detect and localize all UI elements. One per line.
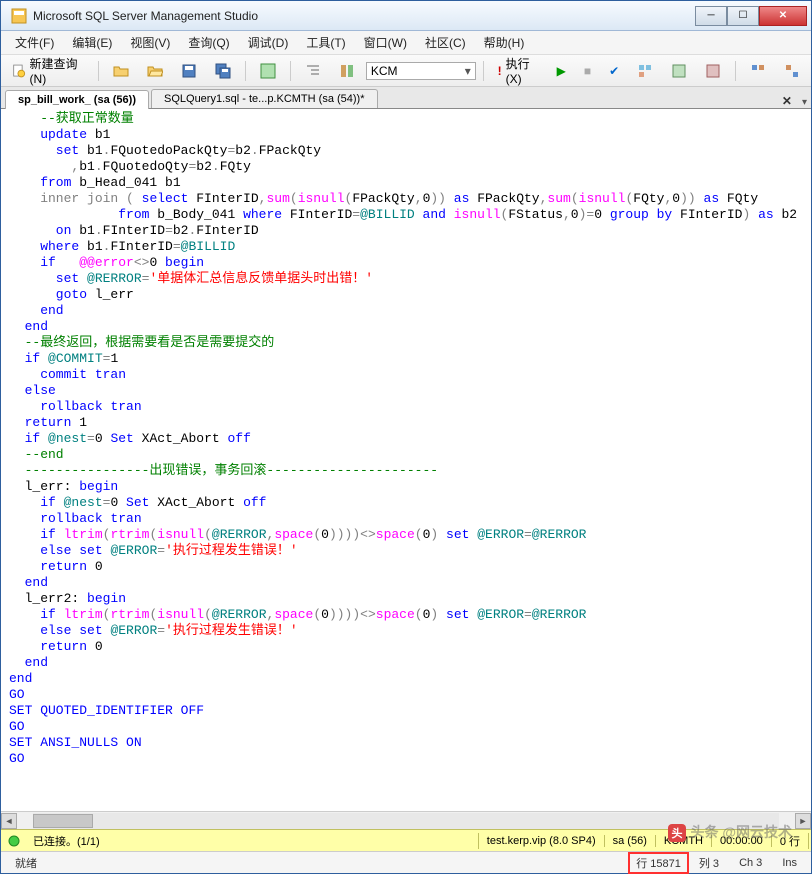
check-icon: ✔ bbox=[609, 64, 619, 78]
scroll-left-button[interactable]: ◄ bbox=[1, 813, 17, 829]
scroll-thumb[interactable] bbox=[33, 814, 93, 828]
line-number: 行 15871 bbox=[628, 852, 689, 874]
execute-button[interactable]: ! 执行(X) bbox=[491, 52, 546, 89]
results-text-button[interactable] bbox=[777, 60, 807, 82]
connection-status: 已连接。(1/1) bbox=[25, 833, 479, 849]
app-icon bbox=[11, 8, 27, 24]
indent-button[interactable] bbox=[298, 60, 328, 82]
login-name: sa (56) bbox=[605, 835, 656, 847]
tabbar: sp_bill_work_ (sa (56)) SQLQuery1.sql - … bbox=[1, 87, 811, 109]
maximize-button[interactable]: ☐ bbox=[727, 6, 759, 26]
sql-editor[interactable]: --获取正常数量 update b1 set b1.FQuotedoPackQt… bbox=[1, 109, 811, 829]
editor-content[interactable]: --获取正常数量 update b1 set b1.FQuotedoPackQt… bbox=[1, 109, 811, 811]
tab-dropdown[interactable]: ▾ bbox=[802, 97, 807, 108]
window-controls: ─ ☐ ✕ bbox=[695, 6, 807, 26]
stop-icon: ■ bbox=[584, 64, 591, 78]
folder-open-icon bbox=[147, 63, 163, 79]
row-count: 0 行 bbox=[772, 833, 809, 849]
menu-file[interactable]: 文件(F) bbox=[7, 32, 62, 53]
server-name: test.kerp.vip (8.0 SP4) bbox=[479, 835, 605, 847]
execute-label: 执行(X) bbox=[506, 55, 539, 86]
separator bbox=[245, 61, 246, 81]
menu-tools[interactable]: 工具(T) bbox=[298, 32, 353, 53]
connected-icon bbox=[7, 834, 21, 848]
elapsed-time: 00:00:00 bbox=[712, 835, 772, 847]
menu-debug[interactable]: 调试(D) bbox=[240, 32, 297, 53]
column-number: 列 3 bbox=[689, 855, 729, 871]
menu-edit[interactable]: 编辑(E) bbox=[64, 32, 120, 53]
menu-help[interactable]: 帮助(H) bbox=[476, 32, 533, 53]
main-window: Microsoft SQL Server Management Studio ─… bbox=[0, 0, 812, 874]
editor-statusbar: 就绪 行 15871 列 3 Ch 3 Ins bbox=[1, 851, 811, 873]
close-button[interactable]: ✕ bbox=[759, 6, 807, 26]
results-grid-button[interactable] bbox=[743, 60, 773, 82]
play-icon: ▶ bbox=[557, 64, 566, 78]
database-name: KCMTH bbox=[656, 835, 712, 847]
open-file-button[interactable] bbox=[106, 60, 136, 82]
database-combo[interactable]: KCM bbox=[366, 62, 476, 80]
separator bbox=[290, 61, 291, 81]
separator bbox=[483, 61, 484, 81]
menu-view[interactable]: 视图(V) bbox=[122, 32, 178, 53]
options-button-2[interactable] bbox=[664, 60, 694, 82]
scroll-track[interactable] bbox=[33, 813, 779, 829]
plan-icon bbox=[671, 63, 687, 79]
menu-window[interactable]: 窗口(W) bbox=[356, 32, 415, 53]
save-icon bbox=[181, 63, 197, 79]
stats-icon bbox=[705, 63, 721, 79]
debug-button[interactable]: ▶ bbox=[550, 61, 573, 81]
char-position: Ch 3 bbox=[729, 857, 772, 869]
menu-community[interactable]: 社区(C) bbox=[417, 32, 474, 53]
window-title: Microsoft SQL Server Management Studio bbox=[33, 9, 695, 23]
scroll-right-button[interactable]: ► bbox=[795, 813, 811, 829]
new-query-button[interactable]: 新建查询(N) bbox=[5, 52, 91, 89]
registered-button[interactable] bbox=[332, 60, 362, 82]
activity-button[interactable] bbox=[253, 60, 283, 82]
stop-button[interactable]: ■ bbox=[577, 61, 598, 81]
save-button[interactable] bbox=[174, 60, 204, 82]
options-button-1[interactable] bbox=[630, 60, 660, 82]
insert-mode: Ins bbox=[772, 857, 807, 869]
indent-icon bbox=[305, 63, 321, 79]
servers-icon bbox=[339, 63, 355, 79]
connection-statusbar: 已连接。(1/1) test.kerp.vip (8.0 SP4) sa (56… bbox=[1, 829, 811, 851]
grid-icon bbox=[637, 63, 653, 79]
separator bbox=[735, 61, 736, 81]
menu-query[interactable]: 查询(Q) bbox=[180, 32, 237, 53]
execute-icon: ! bbox=[498, 64, 502, 78]
parse-button[interactable]: ✔ bbox=[602, 61, 626, 81]
horizontal-scrollbar[interactable]: ◄ ► bbox=[1, 811, 811, 829]
results-grid-icon bbox=[750, 63, 766, 79]
tab-1[interactable]: sp_bill_work_ (sa (56)) bbox=[5, 90, 149, 109]
new-query-icon bbox=[12, 63, 26, 79]
tab-2[interactable]: SQLQuery1.sql - te...p.KCMTH (sa (54))* bbox=[151, 89, 378, 108]
ready-status: 就绪 bbox=[5, 855, 628, 871]
menubar: 文件(F) 编辑(E) 视图(V) 查询(Q) 调试(D) 工具(T) 窗口(W… bbox=[1, 31, 811, 55]
results-text-icon bbox=[784, 63, 800, 79]
titlebar[interactable]: Microsoft SQL Server Management Studio ─… bbox=[1, 1, 811, 31]
options-button-3[interactable] bbox=[698, 60, 728, 82]
save-all-button[interactable] bbox=[208, 60, 238, 82]
new-query-label: 新建查询(N) bbox=[30, 55, 85, 86]
close-tab-button[interactable]: ✕ bbox=[778, 94, 796, 108]
activity-icon bbox=[260, 63, 276, 79]
toolbar: 新建查询(N) KCM ! 执行(X) ▶ ■ ✔ bbox=[1, 55, 811, 87]
open-button-2[interactable] bbox=[140, 60, 170, 82]
separator bbox=[98, 61, 99, 81]
save-all-icon bbox=[215, 63, 231, 79]
folder-icon bbox=[113, 63, 129, 79]
minimize-button[interactable]: ─ bbox=[695, 6, 727, 26]
